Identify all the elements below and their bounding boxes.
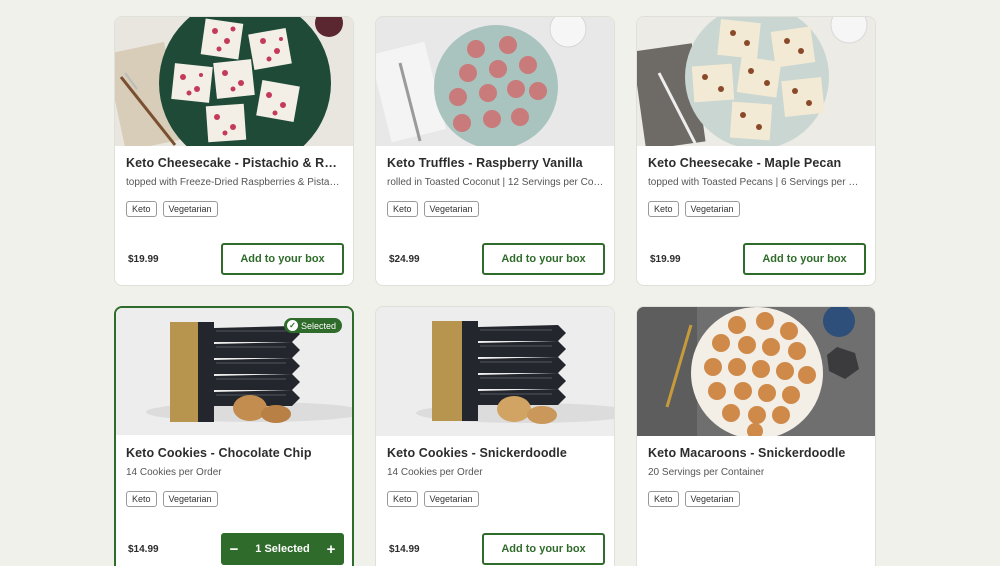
product-image <box>376 17 614 146</box>
product-card[interactable]: Keto Cheesecake - Pistachio & Raspberry … <box>114 16 354 286</box>
diet-tags: Keto Vegetarian <box>387 491 479 507</box>
diet-tags: Keto Vegetarian <box>126 491 218 507</box>
diet-tags: Keto Vegetarian <box>387 201 479 217</box>
diet-tags: Keto Vegetarian <box>648 201 740 217</box>
product-image <box>376 307 614 436</box>
product-card-selected[interactable]: ✓ Selected Keto Cookies - Chocolate Chip… <box>114 306 354 566</box>
tag-keto: Keto <box>126 491 157 507</box>
product-image <box>115 17 353 146</box>
product-title[interactable]: Keto Cheesecake - Maple Pecan <box>648 156 865 170</box>
checkmark-icon: ✓ <box>286 320 298 331</box>
tag-vegetarian: Vegetarian <box>162 201 218 217</box>
add-to-box-button[interactable]: Add to your box <box>743 243 866 275</box>
product-title[interactable]: Keto Macaroons - Snickerdoodle <box>648 446 865 460</box>
product-description: topped with Toasted Pecans | 6 Servings … <box>648 177 865 188</box>
product-price: $24.99 <box>389 254 420 265</box>
decrease-quantity-button[interactable]: − <box>227 541 241 558</box>
increase-quantity-button[interactable]: + <box>324 541 338 558</box>
quantity-value: 1 Selected <box>255 543 310 555</box>
tag-vegetarian: Vegetarian <box>684 491 740 507</box>
product-title[interactable]: Keto Cheesecake - Pistachio & Raspberry <box>126 156 343 170</box>
product-description: rolled in Toasted Coconut | 12 Servings … <box>387 177 604 188</box>
add-to-box-button[interactable]: Add to your box <box>482 243 605 275</box>
product-description: 14 Cookies per Order <box>126 467 222 478</box>
tag-keto: Keto <box>387 491 418 507</box>
product-card[interactable]: Keto Cookies - Snickerdoodle 14 Cookies … <box>375 306 615 566</box>
add-to-box-button[interactable]: Add to your box <box>221 243 344 275</box>
product-price: $19.99 <box>650 254 681 265</box>
product-price: $14.99 <box>389 544 420 555</box>
quantity-stepper[interactable]: − 1 Selected + <box>221 533 344 565</box>
selected-badge: ✓ Selected <box>283 318 342 333</box>
product-card[interactable]: Keto Truffles - Raspberry Vanilla rolled… <box>375 16 615 286</box>
tag-keto: Keto <box>387 201 418 217</box>
product-image <box>637 17 875 146</box>
product-price: $14.99 <box>128 544 159 555</box>
tag-keto: Keto <box>648 201 679 217</box>
selected-badge-label: Selected <box>300 320 336 331</box>
product-price: $19.99 <box>128 254 159 265</box>
tag-vegetarian: Vegetarian <box>423 491 479 507</box>
product-description: topped with Freeze-Dried Raspberries & P… <box>126 177 343 188</box>
tag-vegetarian: Vegetarian <box>684 201 740 217</box>
product-title[interactable]: Keto Truffles - Raspberry Vanilla <box>387 156 604 170</box>
tag-vegetarian: Vegetarian <box>423 201 479 217</box>
product-card[interactable]: Keto Cheesecake - Maple Pecan topped wit… <box>636 16 876 286</box>
tag-keto: Keto <box>126 201 157 217</box>
product-image <box>637 307 875 436</box>
tag-vegetarian: Vegetarian <box>162 491 218 507</box>
product-title[interactable]: Keto Cookies - Chocolate Chip <box>126 446 342 460</box>
diet-tags: Keto Vegetarian <box>126 201 218 217</box>
add-to-box-button[interactable]: Add to your box <box>482 533 605 565</box>
product-image: ✓ Selected <box>116 308 352 435</box>
tag-keto: Keto <box>648 491 679 507</box>
product-card[interactable]: Keto Macaroons - Snickerdoodle 20 Servin… <box>636 306 876 566</box>
product-description: 14 Cookies per Order <box>387 467 483 478</box>
product-description: 20 Servings per Container <box>648 467 765 478</box>
diet-tags: Keto Vegetarian <box>648 491 740 507</box>
product-title[interactable]: Keto Cookies - Snickerdoodle <box>387 446 604 460</box>
